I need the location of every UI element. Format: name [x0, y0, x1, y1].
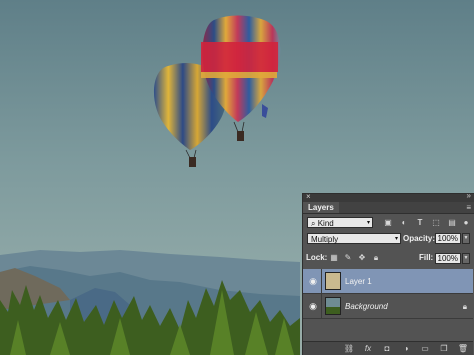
layer-thumbnail	[325, 272, 341, 290]
link-layers-icon[interactable]: ⛓	[343, 343, 355, 354]
kind-filter-value: Kind	[317, 219, 334, 228]
add-mask-icon[interactable]: ◘	[381, 343, 393, 354]
visibility-cell[interactable]: ◉	[303, 269, 322, 294]
panel-menu-icon[interactable]: ≡	[466, 202, 471, 213]
fill-label: Fill:	[419, 253, 434, 262]
layer-row-background[interactable]: ◉ Background 🔒︎	[303, 294, 473, 319]
eye-icon[interactable]: ◉	[308, 301, 318, 311]
layer-name[interactable]: Layer 1	[345, 269, 372, 294]
collapse-panel-icon[interactable]: »	[467, 191, 472, 200]
opacity-field[interactable]: 100%	[435, 233, 461, 244]
lock-all-icon[interactable]: 🔒︎	[371, 253, 381, 263]
lock-label: Lock:	[306, 253, 328, 262]
close-panel-icon[interactable]: ×	[306, 192, 311, 201]
new-group-icon[interactable]: ▭	[419, 343, 431, 354]
shape-filter-icon[interactable]: ⬚	[431, 218, 441, 228]
blend-mode-dropdown[interactable]: Multiply ▾	[307, 233, 401, 244]
layers-bottom-bar: ⛓ fx ◘ ◑ ▭ ❐ 🗑︎	[303, 341, 473, 355]
panel-titlebar: × »	[303, 191, 474, 202]
opacity-label: Opacity:	[403, 234, 436, 243]
lock-row: Lock: ▦ ✎ ✥ 🔒︎ Fill: 100% ▼	[303, 251, 473, 265]
lock-position-icon[interactable]: ✥	[357, 253, 367, 263]
image-filter-icon[interactable]: ▣	[383, 218, 393, 228]
opacity-slider-toggle[interactable]: ▼	[462, 233, 470, 244]
fill-field[interactable]: 100%	[435, 253, 461, 264]
adjustment-layer-icon[interactable]: ◑	[400, 343, 412, 354]
new-layer-icon[interactable]: ❐	[438, 343, 450, 354]
layer-row-layer-1[interactable]: ◉ Layer 1	[303, 269, 473, 294]
filter-toggle-icon[interactable]: ●	[461, 218, 471, 228]
adjustment-filter-icon[interactable]: ◐	[399, 218, 409, 228]
panel-tabbar: Layers ≡	[303, 202, 474, 214]
smart-object-filter-icon[interactable]: ▤	[447, 218, 457, 228]
layer-thumbnail	[325, 297, 341, 315]
type-filter-icon[interactable]: T	[415, 218, 425, 228]
lock-transparent-icon[interactable]: ▦	[329, 253, 339, 263]
chevron-down-icon: ▾	[394, 236, 398, 242]
search-icon: ⌕	[311, 219, 316, 228]
chevron-down-icon: ▾	[366, 220, 370, 226]
tab-layers[interactable]: Layers	[303, 202, 339, 213]
layer-name[interactable]: Background	[345, 294, 388, 319]
fill-slider-toggle[interactable]: ▼	[462, 253, 470, 264]
kind-filter-dropdown[interactable]: ⌕ Kind ▾	[307, 217, 373, 228]
blend-mode-value: Multiply	[311, 235, 339, 244]
layers-panel: × » Layers ≡ ⌕ Kind ▾ ▣ ◐ T ⬚ ▤ ● Multip…	[302, 191, 474, 355]
filter-row: ⌕ Kind ▾ ▣ ◐ T ⬚ ▤ ●	[303, 216, 473, 229]
eye-icon[interactable]: ◉	[308, 276, 318, 286]
blend-row: Multiply ▾ Opacity: 100% ▼	[303, 232, 473, 246]
visibility-cell[interactable]: ◉	[303, 294, 322, 319]
trash-icon[interactable]: 🗑︎	[457, 343, 469, 354]
lock-image-icon[interactable]: ✎	[343, 253, 353, 263]
fx-icon[interactable]: fx	[362, 343, 374, 354]
lock-icon: 🔒︎	[462, 302, 467, 311]
